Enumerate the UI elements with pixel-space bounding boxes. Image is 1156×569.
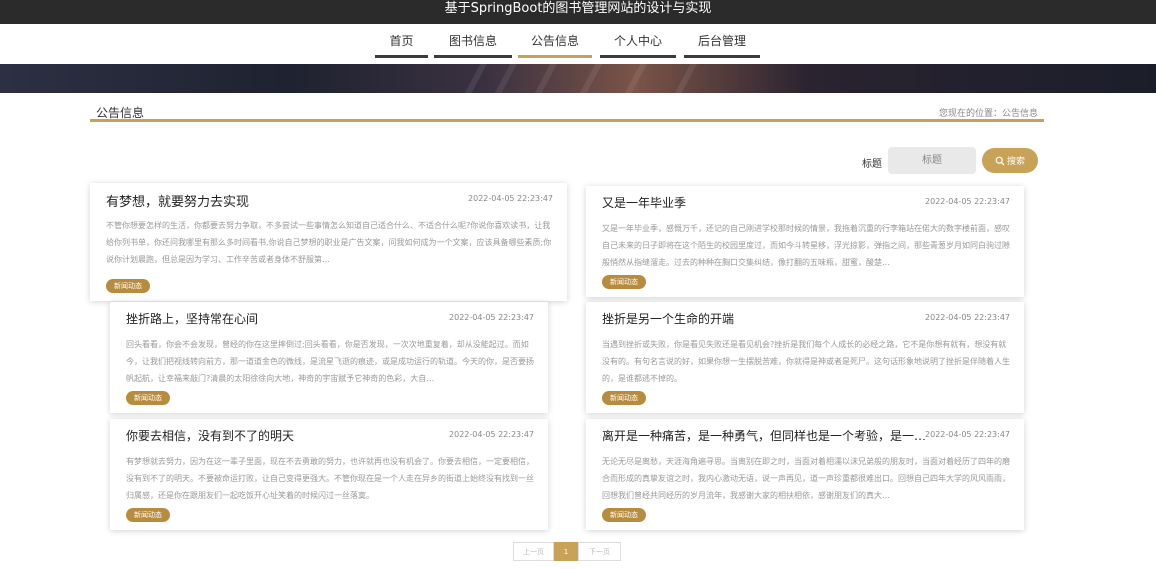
site-header: 基于SpringBoot的图书管理网站的设计与实现 (0, 0, 1156, 24)
notice-tag[interactable]: 新闻动态 (106, 279, 150, 293)
nav-notices[interactable]: 公告信息 (518, 24, 592, 58)
notice-title: 挫折路上，坚持常在心间 (126, 312, 259, 326)
notice-date: 2022-04-05 22:23:47 (923, 197, 1010, 206)
notice-card[interactable]: 你要去相信，没有到不了的明天 2022-04-05 22:23:47 有梦想就去… (110, 419, 548, 530)
notice-card[interactable]: 挫折是另一个生命的开端 2022-04-05 22:23:47 当遇到挫折或失败… (586, 302, 1024, 413)
notice-card[interactable]: 挫折路上，坚持常在心间 2022-04-05 22:23:47 回头看看，你会不… (110, 302, 548, 413)
nav-books[interactable]: 图书信息 (434, 24, 512, 58)
section-title: 公告信息 (96, 106, 145, 120)
search-label: 标题 (862, 159, 882, 170)
notice-title: 又是一年毕业季 (602, 196, 687, 210)
nav-personal-center[interactable]: 个人中心 (600, 24, 676, 58)
search-button-label: 搜索 (1006, 157, 1025, 167)
search-icon (995, 156, 1005, 165)
notice-summary: 有梦想就去努力，因为在这一辈子里面，现在不去勇敢的努力，也许就再也没有机会了。你… (126, 457, 534, 500)
notice-tag[interactable]: 新闻动态 (126, 391, 170, 405)
notice-tag[interactable]: 新闻动态 (602, 391, 646, 405)
notice-date: 2022-04-05 22:23:47 (447, 430, 534, 439)
notice-date: 2022-04-05 22:23:47 (923, 313, 1010, 322)
search-input[interactable] (888, 147, 976, 174)
nav-admin[interactable]: 后台管理 (684, 24, 760, 58)
notice-date: 2022-04-05 22:23:47 (447, 313, 534, 322)
notice-card[interactable]: 又是一年毕业季 2022-04-05 22:23:47 又是一年毕业季，感慨万千… (586, 186, 1024, 297)
section-header: 公告信息 您现在的位置：公告信息 (90, 98, 1044, 122)
page-1-button[interactable]: 1 (554, 542, 578, 561)
search-button[interactable]: 搜索 (982, 148, 1038, 173)
notice-date: 2022-04-05 22:23:47 (923, 430, 1010, 439)
breadcrumb: 您现在的位置：公告信息 (938, 109, 1038, 119)
notice-summary: 无论无尽是离愁，天涯海角遍寻思。当离别在即之时，当面对着相濡以沫兄弟般的朋友时，… (602, 457, 1010, 500)
notice-tag[interactable]: 新闻动态 (126, 508, 170, 522)
prev-page-button[interactable]: 上一页 (513, 542, 554, 561)
notice-title: 有梦想，就要努力去实现 (106, 195, 250, 210)
notice-card[interactable]: 离开是一种痛苦，是一种勇气，但同样也是一个考验，是一个新的… 2022-04-0… (586, 419, 1024, 530)
notice-summary: 当遇到挫折或失败，你是看见失败还是看见机会?挫折是我们每个人成长的必经之路，它不… (602, 340, 1010, 383)
notice-tag[interactable]: 新闻动态 (602, 275, 646, 289)
notice-summary: 回头看看，你会不会发现，曾经的你在这里摔倒过;回头看看，你是否发现，一次次地重复… (126, 340, 534, 383)
notice-date: 2022-04-05 22:23:47 (466, 194, 553, 203)
notice-summary: 又是一年毕业季，感慨万千，还记的自己刚进学校那时候的情景，我拖着沉重的行李箱站在… (602, 224, 1010, 267)
notice-title: 离开是一种痛苦，是一种勇气，但同样也是一个考验，是一个新的… (602, 429, 936, 443)
notice-tag[interactable]: 新闻动态 (602, 508, 646, 522)
site-title: 基于SpringBoot的图书管理网站的设计与实现 (444, 1, 712, 16)
nav-home[interactable]: 首页 (375, 24, 428, 58)
notice-card[interactable]: 有梦想，就要努力去实现 2022-04-05 22:23:47 不管你想要怎样的… (90, 183, 567, 301)
pagination: 上一页 1 下一页 (513, 542, 621, 561)
next-page-button[interactable]: 下一页 (578, 542, 621, 561)
notice-title: 你要去相信，没有到不了的明天 (126, 429, 295, 443)
main-nav: 首页 图书信息 公告信息 个人中心 后台管理 (0, 24, 1156, 64)
banner-image (0, 64, 1156, 93)
notice-title: 挫折是另一个生命的开端 (602, 312, 735, 326)
notice-summary: 不管你想要怎样的生活，你都要去努力争取，不多尝试一些事情怎么知道自己适合什么、不… (106, 221, 552, 264)
